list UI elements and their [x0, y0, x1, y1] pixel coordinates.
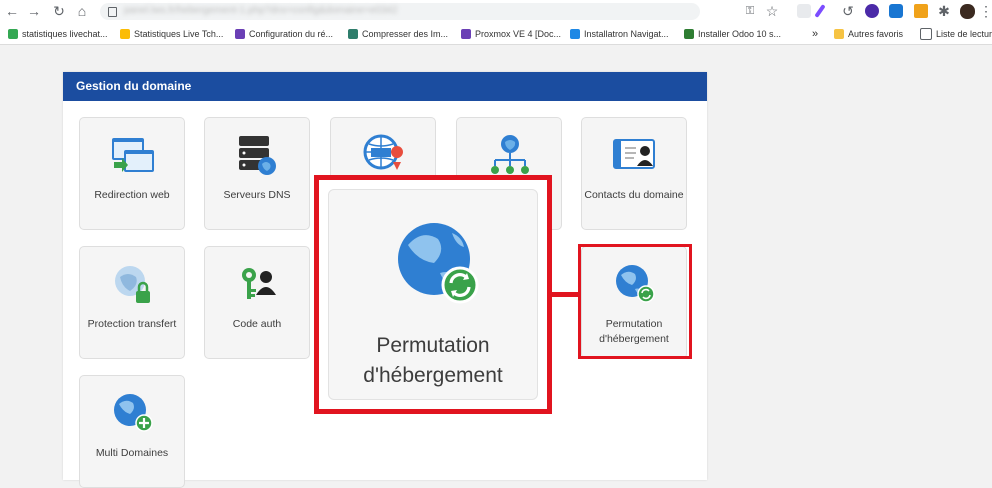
- web-redirect-icon: [112, 138, 154, 172]
- bookmark-item[interactable]: Statistiques Live Tch...: [120, 26, 223, 41]
- avatar[interactable]: [960, 4, 975, 19]
- globe-lock-icon: [115, 266, 150, 303]
- extension-blue-icon[interactable]: [889, 4, 903, 18]
- contact-card-icon: [613, 139, 655, 169]
- extension-icon[interactable]: [797, 4, 811, 18]
- reload-icon[interactable]: ↻: [51, 2, 67, 20]
- globe-refresh-icon: [398, 223, 479, 304]
- history-extension-icon[interactable]: ↺: [840, 2, 856, 20]
- pen-extension-icon[interactable]: [814, 4, 826, 18]
- tile-web-redirect[interactable]: Redirection web: [79, 117, 185, 230]
- bookmarks-bar: statistiques livechat... Statistiques Li…: [0, 23, 992, 45]
- tile-label: Code auth: [232, 318, 282, 330]
- bookmark-favicon-icon: [348, 28, 358, 39]
- puzzle-icon[interactable]: ✱: [936, 2, 952, 20]
- bookmarks-more[interactable]: »: [812, 26, 818, 41]
- extension-orange-icon[interactable]: [914, 4, 928, 18]
- folder-icon: [834, 28, 844, 39]
- zoom-label: Permutation d'hébergement: [363, 334, 503, 387]
- tile-label: Redirection web: [94, 189, 170, 201]
- globe-plus-icon: [114, 394, 153, 432]
- address-url: panel.lws.fr/hebergement-1.php?dns=confi…: [124, 5, 398, 16]
- zoom-tile-hosting-swap[interactable]: Permutation d'hébergement: [328, 189, 538, 400]
- bookmark-favicon-icon: [461, 28, 471, 39]
- tile-transfer-protection[interactable]: Protection transfert: [79, 246, 185, 359]
- bookmark-favicon-icon: [235, 28, 245, 39]
- tile-label: Serveurs DNS: [223, 189, 291, 201]
- panel-title: Gestion du domaine: [63, 72, 707, 101]
- tile-multi-domains[interactable]: Multi Domaines: [79, 375, 185, 488]
- bookmark-favicon-icon: [120, 28, 130, 39]
- tile-label: Contacts du domaine: [584, 189, 684, 201]
- dns-globe-pin-icon: [363, 134, 404, 170]
- key-user-icon: [242, 268, 276, 299]
- browser-toolbar: ← → ↻ ⌂ panel.lws.fr/hebergement-1.php?d…: [0, 0, 992, 23]
- other-bookmarks[interactable]: Autres favoris: [834, 26, 903, 41]
- extension-badge-icon[interactable]: [865, 4, 879, 18]
- bookmark-item[interactable]: Installer Odoo 10 s...: [684, 26, 781, 41]
- zoom-callout: Permutation d'hébergement: [314, 175, 552, 414]
- bookmark-favicon-icon: [684, 28, 694, 39]
- star-icon[interactable]: ☆: [764, 2, 780, 20]
- reading-list-icon: [920, 27, 932, 40]
- tile-label: Multi Domaines: [95, 447, 169, 459]
- highlight-frame: [578, 244, 692, 359]
- tile-contacts[interactable]: Contacts du domaine: [581, 117, 687, 230]
- bookmark-item[interactable]: Configuration du ré...: [235, 26, 333, 41]
- bookmark-favicon-icon: [570, 28, 580, 39]
- forward-icon[interactable]: →: [26, 2, 42, 20]
- key-icon[interactable]: ⚿: [742, 2, 758, 20]
- back-icon[interactable]: ←: [4, 2, 20, 20]
- highlight-connector: [552, 292, 578, 297]
- reading-list[interactable]: Liste de lecture: [920, 26, 992, 41]
- menu-icon[interactable]: ⋮: [978, 2, 992, 20]
- lock-icon: [108, 7, 117, 17]
- globe-network-icon: [491, 135, 529, 174]
- tile-dns-servers[interactable]: Serveurs DNS: [204, 117, 310, 230]
- bookmark-item[interactable]: Installatron Navigat...: [570, 26, 669, 41]
- home-icon[interactable]: ⌂: [74, 2, 90, 20]
- bookmark-item[interactable]: statistiques livechat...: [8, 26, 108, 41]
- dns-server-icon: [239, 136, 276, 175]
- bookmark-item[interactable]: Compresser des Im...: [348, 26, 448, 41]
- bookmark-item[interactable]: Proxmox VE 4 [Doc...: [461, 26, 561, 41]
- bookmark-favicon-icon: [8, 28, 18, 39]
- tile-label: Protection transfert: [87, 318, 177, 330]
- tile-auth-code[interactable]: Code auth: [204, 246, 310, 359]
- address-bar[interactable]: panel.lws.fr/hebergement-1.php?dns=confi…: [100, 3, 700, 20]
